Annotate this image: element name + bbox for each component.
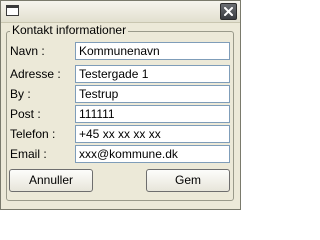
name-label: Navn : <box>10 44 45 58</box>
window-icon[interactable] <box>6 5 19 16</box>
title-bar[interactable] <box>1 1 240 23</box>
email-label: Email : <box>10 147 47 161</box>
postal-field[interactable]: 111111 <box>75 105 230 123</box>
group-legend: Kontakt informationer <box>10 23 129 37</box>
email-field[interactable]: xxx@kommune.dk <box>75 145 230 163</box>
close-icon <box>224 7 233 16</box>
city-field[interactable]: Testrup <box>75 85 230 103</box>
save-button[interactable]: Gem <box>146 169 230 192</box>
name-field[interactable]: Kommunenavn <box>75 42 230 60</box>
cancel-button[interactable]: Annuller <box>9 169 93 192</box>
phone-label: Telefon : <box>10 127 56 141</box>
close-button[interactable] <box>220 3 237 20</box>
address-field[interactable]: Testergade 1 <box>75 65 230 83</box>
phone-field[interactable]: +45 xx xx xx xx <box>75 125 230 143</box>
city-label: By : <box>10 87 31 101</box>
postal-label: Post : <box>10 107 41 121</box>
contact-dialog: Kontakt informationer Navn : Kommunenavn… <box>0 0 241 210</box>
address-label: Adresse : <box>10 67 61 81</box>
